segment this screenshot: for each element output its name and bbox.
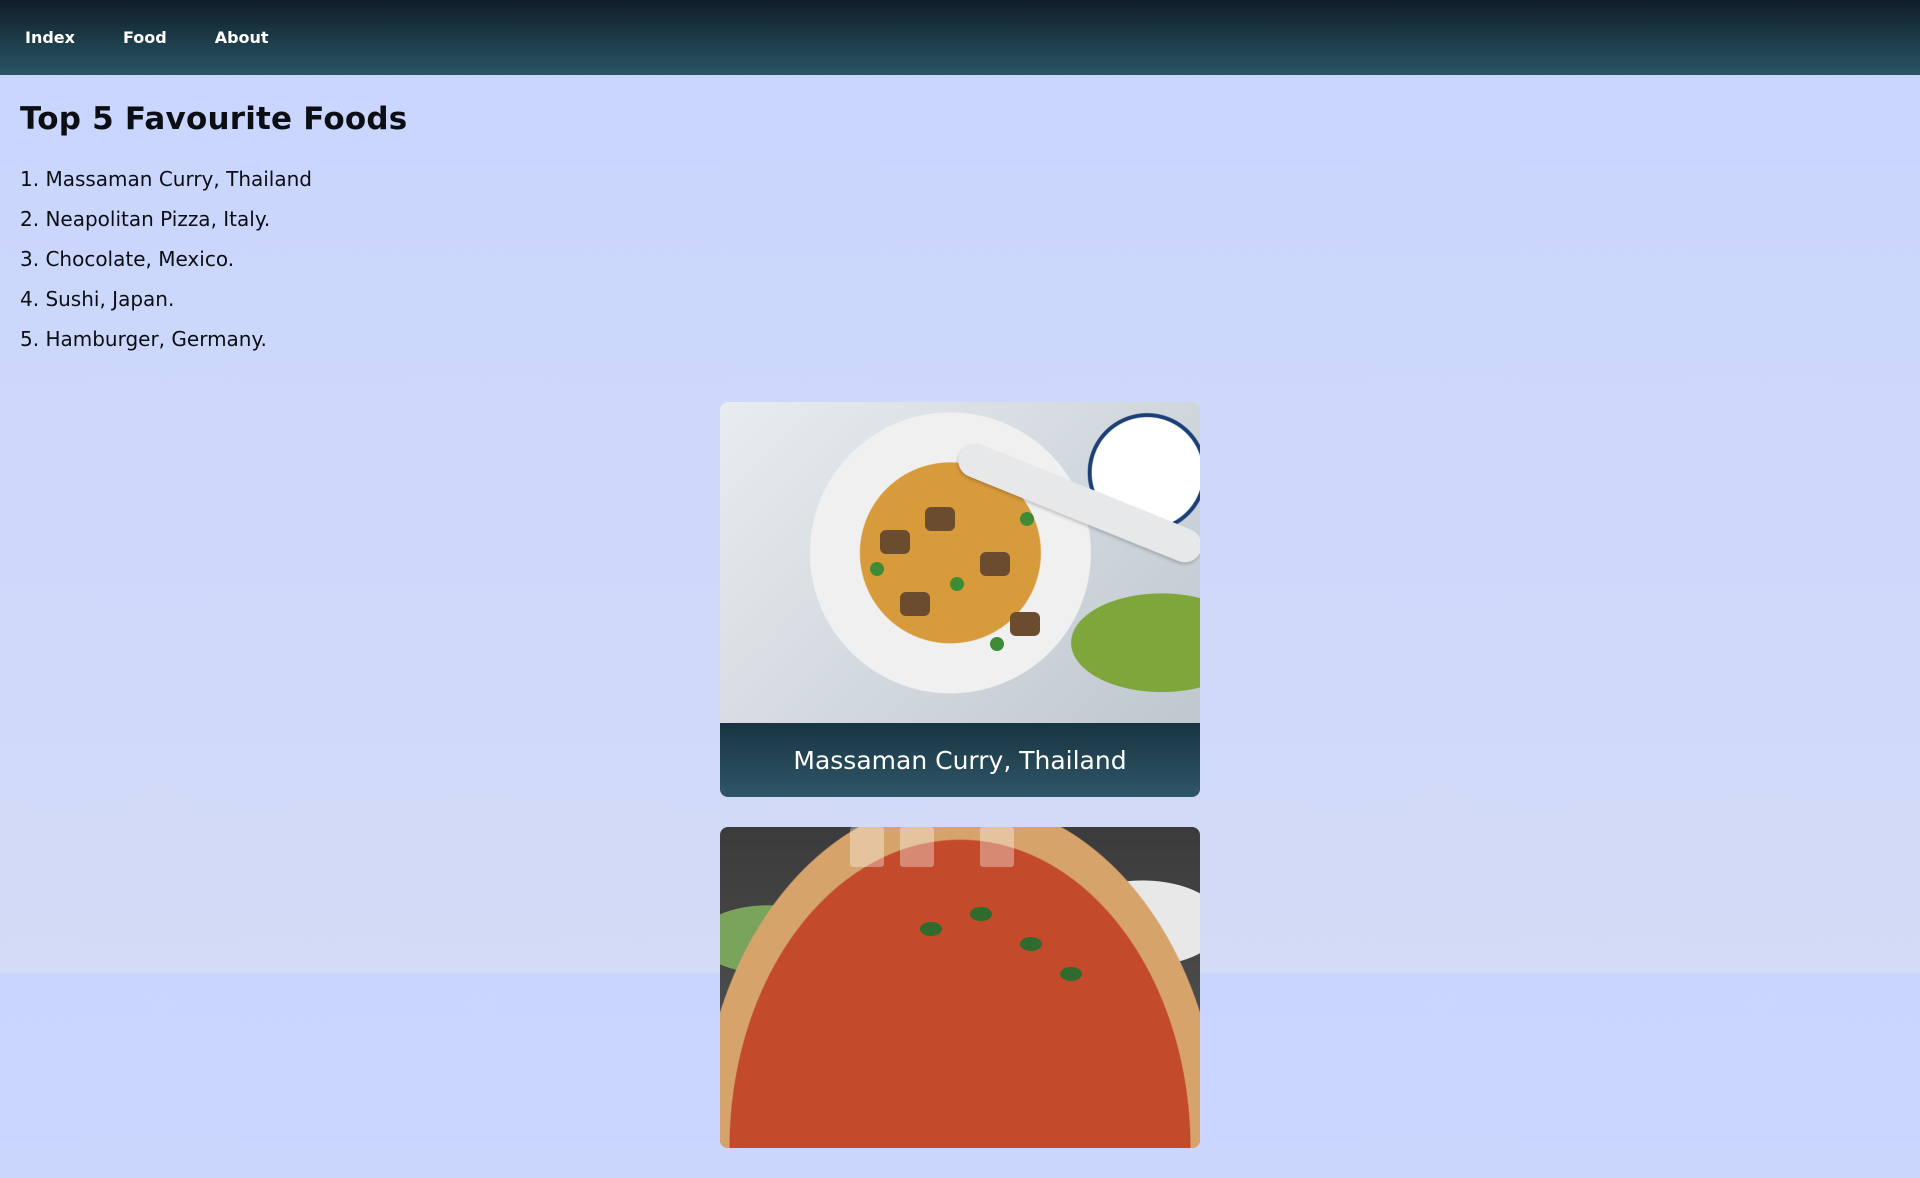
basil-leaf [1020,937,1042,951]
nav-link-food[interactable]: Food [123,28,167,47]
cilantro-leaf [990,637,1004,651]
main-content: Top 5 Favourite Foods 1. Massaman Curry,… [0,75,1920,1148]
basil-leaf [920,922,942,936]
basil-leaf [970,907,992,921]
card-caption: Massaman Curry, Thailand [720,723,1200,797]
curry-meat-piece [880,530,910,554]
curry-meat-piece [925,507,955,531]
cilantro-leaf [1020,512,1034,526]
list-item: 4. Sushi, Japan. [20,287,175,311]
neapolitan-pizza-photo [720,827,1200,1148]
cilantro-leaf [870,562,884,576]
massaman-curry-photo [720,402,1200,723]
basil-leaf [1060,967,1082,981]
page-title: Top 5 Favourite Foods [20,101,408,137]
food-card-neapolitan-pizza[interactable] [720,827,1200,1148]
food-card-massaman-curry[interactable]: Massaman Curry, Thailand [720,402,1200,797]
list-item: 2. Neapolitan Pizza, Italy. [20,207,271,231]
list-item: 1. Massaman Curry, Thailand [20,167,312,191]
cilantro-leaf [950,577,964,591]
spoon-graphic [953,438,1200,568]
top-navigation: Index Food About [0,0,1920,75]
glass-graphic [900,827,934,867]
glass-graphic [980,827,1014,867]
food-cards: Massaman Curry, Thailand [720,402,1200,1178]
nav-link-index[interactable]: Index [25,28,75,47]
curry-meat-piece [1010,612,1040,636]
curry-meat-piece [980,552,1010,576]
list-item: 5. Hamburger, Germany. [20,327,267,351]
favourite-foods-list: 1. Massaman Curry, Thailand 2. Neapolita… [20,159,1900,359]
nav-link-about[interactable]: About [215,28,269,47]
curry-meat-piece [900,592,930,616]
glass-graphic [850,827,884,867]
list-item: 3. Chocolate, Mexico. [20,247,235,271]
